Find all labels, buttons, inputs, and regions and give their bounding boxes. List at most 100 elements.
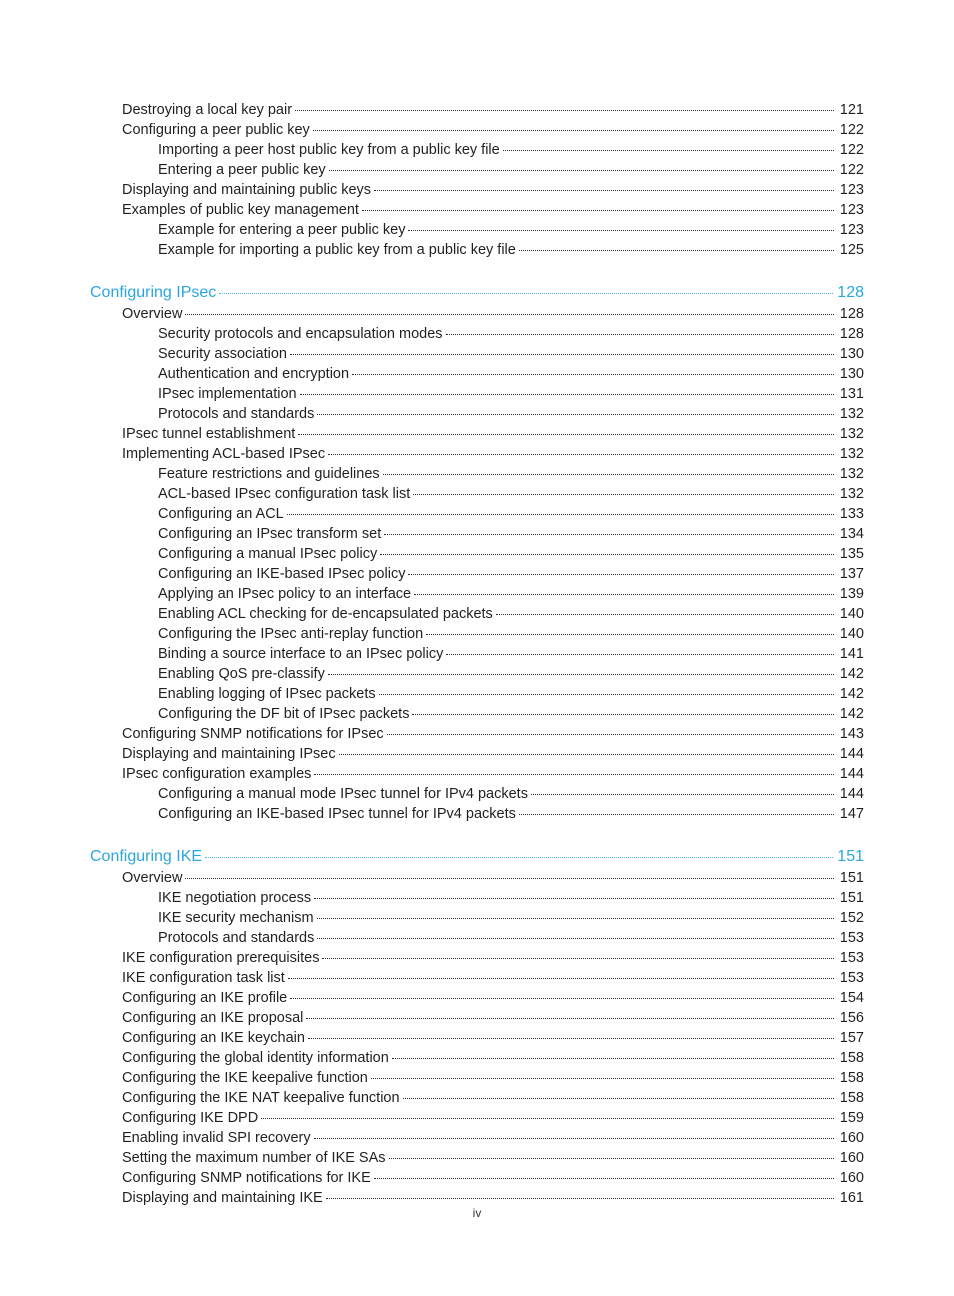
toc-page-number[interactable]: 132 bbox=[834, 444, 864, 464]
toc-entry-title[interactable]: Configuring an ACL bbox=[158, 504, 287, 524]
toc-page-number[interactable]: 134 bbox=[834, 524, 864, 544]
toc-entry-row[interactable]: Configuring a manual IPsec policy 135 bbox=[90, 544, 864, 564]
toc-entry-row[interactable]: Configuring IKE DPD 159 bbox=[90, 1108, 864, 1128]
toc-page-number[interactable]: 161 bbox=[834, 1188, 864, 1208]
toc-entry-title[interactable]: Overview bbox=[122, 304, 185, 324]
toc-entry-row[interactable]: Configuring SNMP notifications for IKE 16… bbox=[90, 1168, 864, 1188]
toc-entry-row[interactable]: Configuring an IKE profile 154 bbox=[90, 988, 864, 1008]
toc-entry-row[interactable]: IKE configuration prerequisites 153 bbox=[90, 948, 864, 968]
toc-entry-row[interactable]: Protocols and standards 132 bbox=[90, 404, 864, 424]
toc-entry-row[interactable]: Security association 130 bbox=[90, 344, 864, 364]
toc-entry-title[interactable]: Protocols and standards bbox=[158, 928, 317, 948]
toc-page-number[interactable]: 156 bbox=[834, 1008, 864, 1028]
toc-page-number[interactable]: 140 bbox=[834, 624, 864, 644]
toc-entry-title[interactable]: Configuring the IKE keepalive function bbox=[122, 1068, 371, 1088]
toc-page-number[interactable]: 130 bbox=[834, 364, 864, 384]
toc-page-number[interactable]: 123 bbox=[834, 220, 864, 240]
toc-entry-title[interactable]: Configuring an IPsec transform set bbox=[158, 524, 384, 544]
toc-page-number[interactable]: 158 bbox=[834, 1068, 864, 1088]
toc-page-number[interactable]: 123 bbox=[834, 200, 864, 220]
toc-page-number[interactable]: 139 bbox=[834, 584, 864, 604]
toc-entry-row[interactable]: Implementing ACL-based IPsec 132 bbox=[90, 444, 864, 464]
toc-page-number[interactable]: 140 bbox=[834, 604, 864, 624]
toc-entry-title[interactable]: Configuring an IKE proposal bbox=[122, 1008, 306, 1028]
toc-entry-row[interactable]: IKE security mechanism 152 bbox=[90, 908, 864, 928]
toc-entry-row[interactable]: Security protocols and encapsulation mod… bbox=[90, 324, 864, 344]
toc-entry-title[interactable]: Protocols and standards bbox=[158, 404, 317, 424]
toc-entry-title[interactable]: Implementing ACL-based IPsec bbox=[122, 444, 328, 464]
toc-entry-title[interactable]: Examples of public key management bbox=[122, 200, 362, 220]
toc-entry-title[interactable]: Displaying and maintaining IKE bbox=[122, 1188, 326, 1208]
toc-entry-title[interactable]: Setting the maximum number of IKE SAs bbox=[122, 1148, 389, 1168]
toc-entry-title[interactable]: Example for importing a public key from … bbox=[158, 240, 519, 260]
toc-entry-title[interactable]: IKE configuration task list bbox=[122, 968, 288, 988]
toc-entry-row[interactable]: Feature restrictions and guidelines 132 bbox=[90, 464, 864, 484]
toc-page-number[interactable]: 142 bbox=[834, 704, 864, 724]
toc-entry-row[interactable]: Overview 151 bbox=[90, 868, 864, 888]
toc-entry-title[interactable]: Displaying and maintaining public keys bbox=[122, 180, 374, 200]
toc-entry-title[interactable]: Configuring IKE DPD bbox=[122, 1108, 261, 1128]
toc-page-number[interactable]: 160 bbox=[834, 1168, 864, 1188]
toc-entry-title[interactable]: Security protocols and encapsulation mod… bbox=[158, 324, 446, 344]
toc-entry-title[interactable]: Configuring an IKE-based IPsec tunnel fo… bbox=[158, 804, 519, 824]
toc-page-number[interactable]: 141 bbox=[834, 644, 864, 664]
toc-entry-title[interactable]: Configuring the global identity informat… bbox=[122, 1048, 392, 1068]
toc-entry-title[interactable]: ACL-based IPsec configuration task list bbox=[158, 484, 413, 504]
toc-page-number[interactable]: 143 bbox=[834, 724, 864, 744]
toc-entry-row[interactable]: Configuring the DF bit of IPsec packets 1… bbox=[90, 704, 864, 724]
toc-entry-title[interactable]: Importing a peer host public key from a … bbox=[158, 140, 503, 160]
toc-page-number[interactable]: 142 bbox=[834, 684, 864, 704]
toc-page-number[interactable]: 154 bbox=[834, 988, 864, 1008]
toc-entry-row[interactable]: Displaying and maintaining IKE 161 bbox=[90, 1188, 864, 1208]
toc-page-number[interactable]: 160 bbox=[834, 1148, 864, 1168]
toc-entry-row[interactable]: Authentication and encryption 130 bbox=[90, 364, 864, 384]
toc-entry-title[interactable]: Feature restrictions and guidelines bbox=[158, 464, 383, 484]
toc-entry-title[interactable]: Configuring the IKE NAT keepalive functi… bbox=[122, 1088, 403, 1108]
toc-page-number[interactable]: 142 bbox=[834, 664, 864, 684]
toc-page-number[interactable]: 123 bbox=[834, 180, 864, 200]
toc-entry-row[interactable]: Configuring an IKE-based IPsec policy 137 bbox=[90, 564, 864, 584]
toc-entry-row[interactable]: Configuring an IKE keychain 157 bbox=[90, 1028, 864, 1048]
toc-page-number[interactable]: 137 bbox=[834, 564, 864, 584]
toc-page-number[interactable]: 130 bbox=[834, 344, 864, 364]
toc-entry-row[interactable]: Configuring the IKE keepalive function 15… bbox=[90, 1068, 864, 1088]
toc-entry-row[interactable]: Configuring the IPsec anti-replay functi… bbox=[90, 624, 864, 644]
toc-page-number[interactable]: 160 bbox=[834, 1128, 864, 1148]
toc-page-number[interactable]: 133 bbox=[834, 504, 864, 524]
toc-entry-row[interactable]: IPsec configuration examples 144 bbox=[90, 764, 864, 784]
toc-page-number[interactable]: 128 bbox=[833, 282, 864, 304]
toc-entry-row[interactable]: IKE negotiation process 151 bbox=[90, 888, 864, 908]
toc-page-number[interactable]: 151 bbox=[834, 888, 864, 908]
toc-entry-title[interactable]: Entering a peer public key bbox=[158, 160, 329, 180]
toc-page-number[interactable]: 132 bbox=[834, 484, 864, 504]
toc-entry-title[interactable]: Configuring SNMP notifications for IKE bbox=[122, 1168, 374, 1188]
toc-page-number[interactable]: 158 bbox=[834, 1088, 864, 1108]
toc-page-number[interactable]: 132 bbox=[834, 424, 864, 444]
toc-entry-row[interactable]: IPsec implementation 131 bbox=[90, 384, 864, 404]
toc-entry-title[interactable]: Configuring a manual IPsec policy bbox=[158, 544, 380, 564]
toc-entry-title[interactable]: Enabling QoS pre-classify bbox=[158, 664, 328, 684]
toc-entry-title[interactable]: Enabling ACL checking for de-encapsulate… bbox=[158, 604, 496, 624]
toc-page-number[interactable]: 122 bbox=[834, 120, 864, 140]
toc-page-number[interactable]: 153 bbox=[834, 948, 864, 968]
toc-entry-title[interactable]: IPsec tunnel establishment bbox=[122, 424, 298, 444]
toc-page-number[interactable]: 125 bbox=[834, 240, 864, 260]
toc-entry-row[interactable]: Enabling invalid SPI recovery 160 bbox=[90, 1128, 864, 1148]
toc-entry-title[interactable]: Configuring the DF bit of IPsec packets bbox=[158, 704, 412, 724]
toc-page-number[interactable]: 144 bbox=[834, 784, 864, 804]
toc-entry-title[interactable]: Configuring a manual mode IPsec tunnel f… bbox=[158, 784, 531, 804]
toc-entry-row[interactable]: Setting the maximum number of IKE SAs 160 bbox=[90, 1148, 864, 1168]
toc-entry-row[interactable]: Enabling logging of IPsec packets 142 bbox=[90, 684, 864, 704]
toc-page-number[interactable]: 147 bbox=[834, 804, 864, 824]
toc-entry-title[interactable]: Security association bbox=[158, 344, 290, 364]
toc-entry-row[interactable]: Entering a peer public key 122 bbox=[90, 160, 864, 180]
toc-entry-title[interactable]: Applying an IPsec policy to an interface bbox=[158, 584, 414, 604]
toc-section-row[interactable]: Configuring IPsec 128 bbox=[90, 282, 864, 304]
toc-entry-row[interactable]: Configuring an IKE proposal 156 bbox=[90, 1008, 864, 1028]
toc-page-number[interactable]: 157 bbox=[834, 1028, 864, 1048]
toc-page-number[interactable]: 122 bbox=[834, 160, 864, 180]
toc-section-row[interactable]: Configuring IKE 151 bbox=[90, 846, 864, 868]
toc-page-number[interactable]: 151 bbox=[833, 846, 864, 868]
toc-entry-title[interactable]: Destroying a local key pair bbox=[122, 100, 295, 120]
toc-entry-title[interactable]: Authentication and encryption bbox=[158, 364, 352, 384]
